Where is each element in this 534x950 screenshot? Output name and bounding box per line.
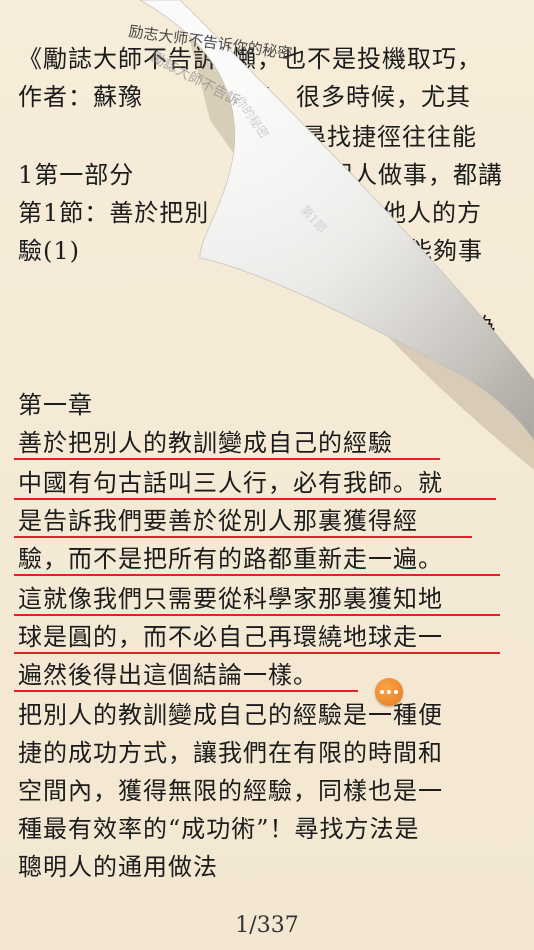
highlighted-line[interactable]: 是告訴我們要善於從別人那裏獲得經 (18, 502, 418, 540)
underline (14, 498, 496, 500)
highlighted-line[interactable]: 善於把別人的教訓變成自己的經驗 (18, 424, 393, 462)
chapter-heading: 第一章 (18, 391, 93, 419)
text-fragment: 加多為 (422, 313, 497, 341)
text-fragment: 明人做事，都講 (328, 161, 503, 189)
toc-section: 第1節：善於把別 (18, 199, 210, 227)
page-indicator: 1/337 (235, 913, 299, 938)
toc-part: 1第一部分 (18, 161, 135, 189)
text-line: 捷的成功方式，讓我們在有限的時間和 (18, 739, 443, 767)
highlighted-line[interactable]: 中國有句古話叫三人行，必有我師。就 (18, 464, 443, 502)
text-line: 種最有效率的“成功術”！尋找方法是 (18, 815, 420, 843)
highlighted-line[interactable]: 遍然後得出這個結論一樣。 (18, 656, 318, 694)
text-line: 作者：蘇豫 (18, 83, 143, 111)
underline (14, 690, 358, 692)
underline (14, 574, 500, 576)
text-fragment: 運用他人的方 (332, 199, 482, 227)
text-line: 聰明人的通用做法 (18, 853, 218, 881)
text-line: 把別人的教訓變成自己的經驗是一種便 (18, 701, 443, 729)
toc-section-cont: 驗(1) (18, 237, 80, 265)
reader-page[interactable]: 《勵誌大師不告訴 作者：蘇豫 1第一部分 第1節：善於把別 驗(1) 懶，也不是… (0, 0, 534, 950)
underline (14, 614, 500, 616)
ellipsis-icon (380, 690, 398, 694)
underline (14, 652, 500, 654)
text-fragment: 往往能夠事 (358, 237, 483, 265)
highlighted-line[interactable]: 驗，而不是把所有的路都重新走一遍。 (18, 540, 443, 578)
underline (14, 536, 472, 538)
text-fragment: 懶，也不是投機取巧， (232, 45, 482, 73)
underline (14, 458, 440, 460)
text-line: 《勵誌大師不告訴 (18, 45, 218, 73)
text-line: 空間內，獲得無限的經驗，同樣也是一 (18, 777, 443, 805)
text-fragment: 率。很多時候，尤其 (246, 83, 471, 111)
highlighted-line[interactable]: 球是圓的，而不必自己再環繞地球走一 (18, 618, 443, 656)
highlighted-line[interactable]: 這就像我們只需要從科學家那裏獲知地 (18, 580, 443, 618)
text-fragment: 尋找捷徑往往能 (302, 123, 477, 151)
